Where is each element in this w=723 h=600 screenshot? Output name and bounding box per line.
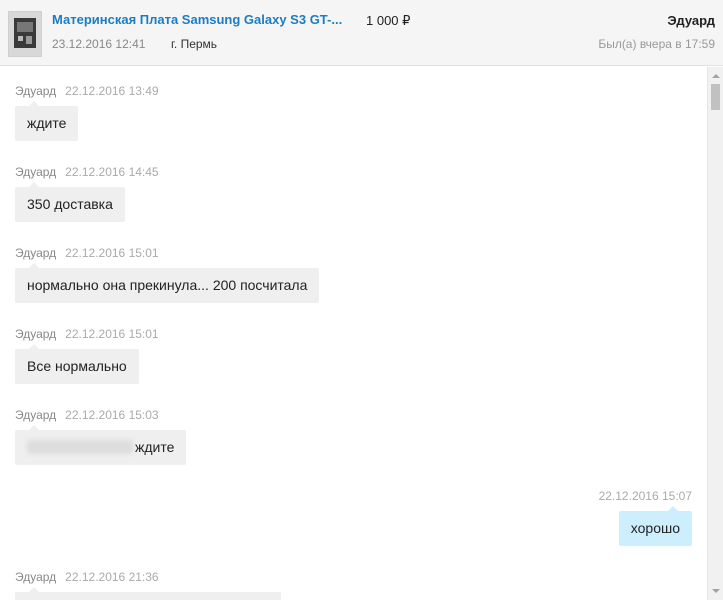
message-meta: Эдуард 22.12.2016 13:49 <box>15 84 159 98</box>
message-bubble: ждите <box>15 101 79 141</box>
item-price: 1 000 ₽ <box>366 13 411 28</box>
message-bubble: 350 доставка <box>15 182 125 222</box>
message-author: Эдуард <box>15 570 57 584</box>
message-bubble <box>15 587 281 600</box>
message-bubble: ждите <box>15 425 187 465</box>
message-author: Эдуард <box>15 246 57 260</box>
message-meta: Эдуард 22.12.2016 15:01 <box>15 327 159 341</box>
message-bubble: Все нормально <box>15 344 139 384</box>
message-text: хорошо <box>630 520 680 536</box>
message-time: 22.12.2016 14:45 <box>65 165 159 179</box>
message-author: Эдуард <box>15 165 57 179</box>
scroll-up-arrow-icon[interactable] <box>712 74 720 78</box>
vertical-scrollbar[interactable] <box>707 67 723 600</box>
message-author: Эдуард <box>15 327 57 341</box>
user-name-link[interactable]: Эдуард <box>667 13 715 28</box>
message-time: 22.12.2016 21:36 <box>65 570 159 584</box>
scroll-down-arrow-icon[interactable] <box>712 589 720 593</box>
message-text: 350 доставка <box>27 196 113 212</box>
scrollbar-thumb[interactable] <box>711 84 720 110</box>
item-title-link[interactable]: Материнская Плата Samsung Galaxy S3 GT-.… <box>52 12 342 27</box>
message-meta: Эдуард 22.12.2016 21:36 <box>15 570 159 584</box>
message-meta: Эдуард 22.12.2016 15:01 <box>15 246 159 260</box>
message-time: 22.12.2016 13:49 <box>65 84 159 98</box>
message-time: 22.12.2016 15:07 <box>598 489 692 503</box>
item-date: 23.12.2016 12:41 <box>52 37 146 51</box>
chat-window: Материнская Плата Samsung Galaxy S3 GT-.… <box>0 0 723 600</box>
message-text: нормально она прекинула... 200 посчитала <box>27 277 308 293</box>
message-meta: Эдуард 22.12.2016 14:45 <box>15 165 159 179</box>
item-city: г. Пермь <box>171 37 218 51</box>
chat-header: Материнская Плата Samsung Galaxy S3 GT-.… <box>0 0 723 66</box>
message-meta: Эдуард 22.12.2016 15:03 <box>15 408 159 422</box>
item-thumbnail[interactable] <box>8 11 42 57</box>
message-time: 22.12.2016 15:01 <box>65 246 159 260</box>
message-meta: 22.12.2016 15:07 <box>599 489 692 503</box>
message-list: Эдуард 22.12.2016 13:49 ждите Эдуард 22.12… <box>0 67 707 600</box>
message-bubble: нормально она прекинула... 200 посчитала <box>15 263 320 303</box>
message-text: ждите <box>135 439 175 455</box>
message-time: 22.12.2016 15:03 <box>65 408 159 422</box>
message-text: Все нормально <box>27 358 127 374</box>
last-seen-status: Был(а) вчера в 17:59 <box>598 37 715 51</box>
message-author: Эдуард <box>15 408 57 422</box>
message-author: Эдуард <box>15 84 57 98</box>
message-text: ждите <box>27 115 67 131</box>
message-time: 22.12.2016 15:01 <box>65 327 159 341</box>
message-bubble: хорошо <box>618 506 692 546</box>
redacted-phone-number <box>27 440 133 455</box>
